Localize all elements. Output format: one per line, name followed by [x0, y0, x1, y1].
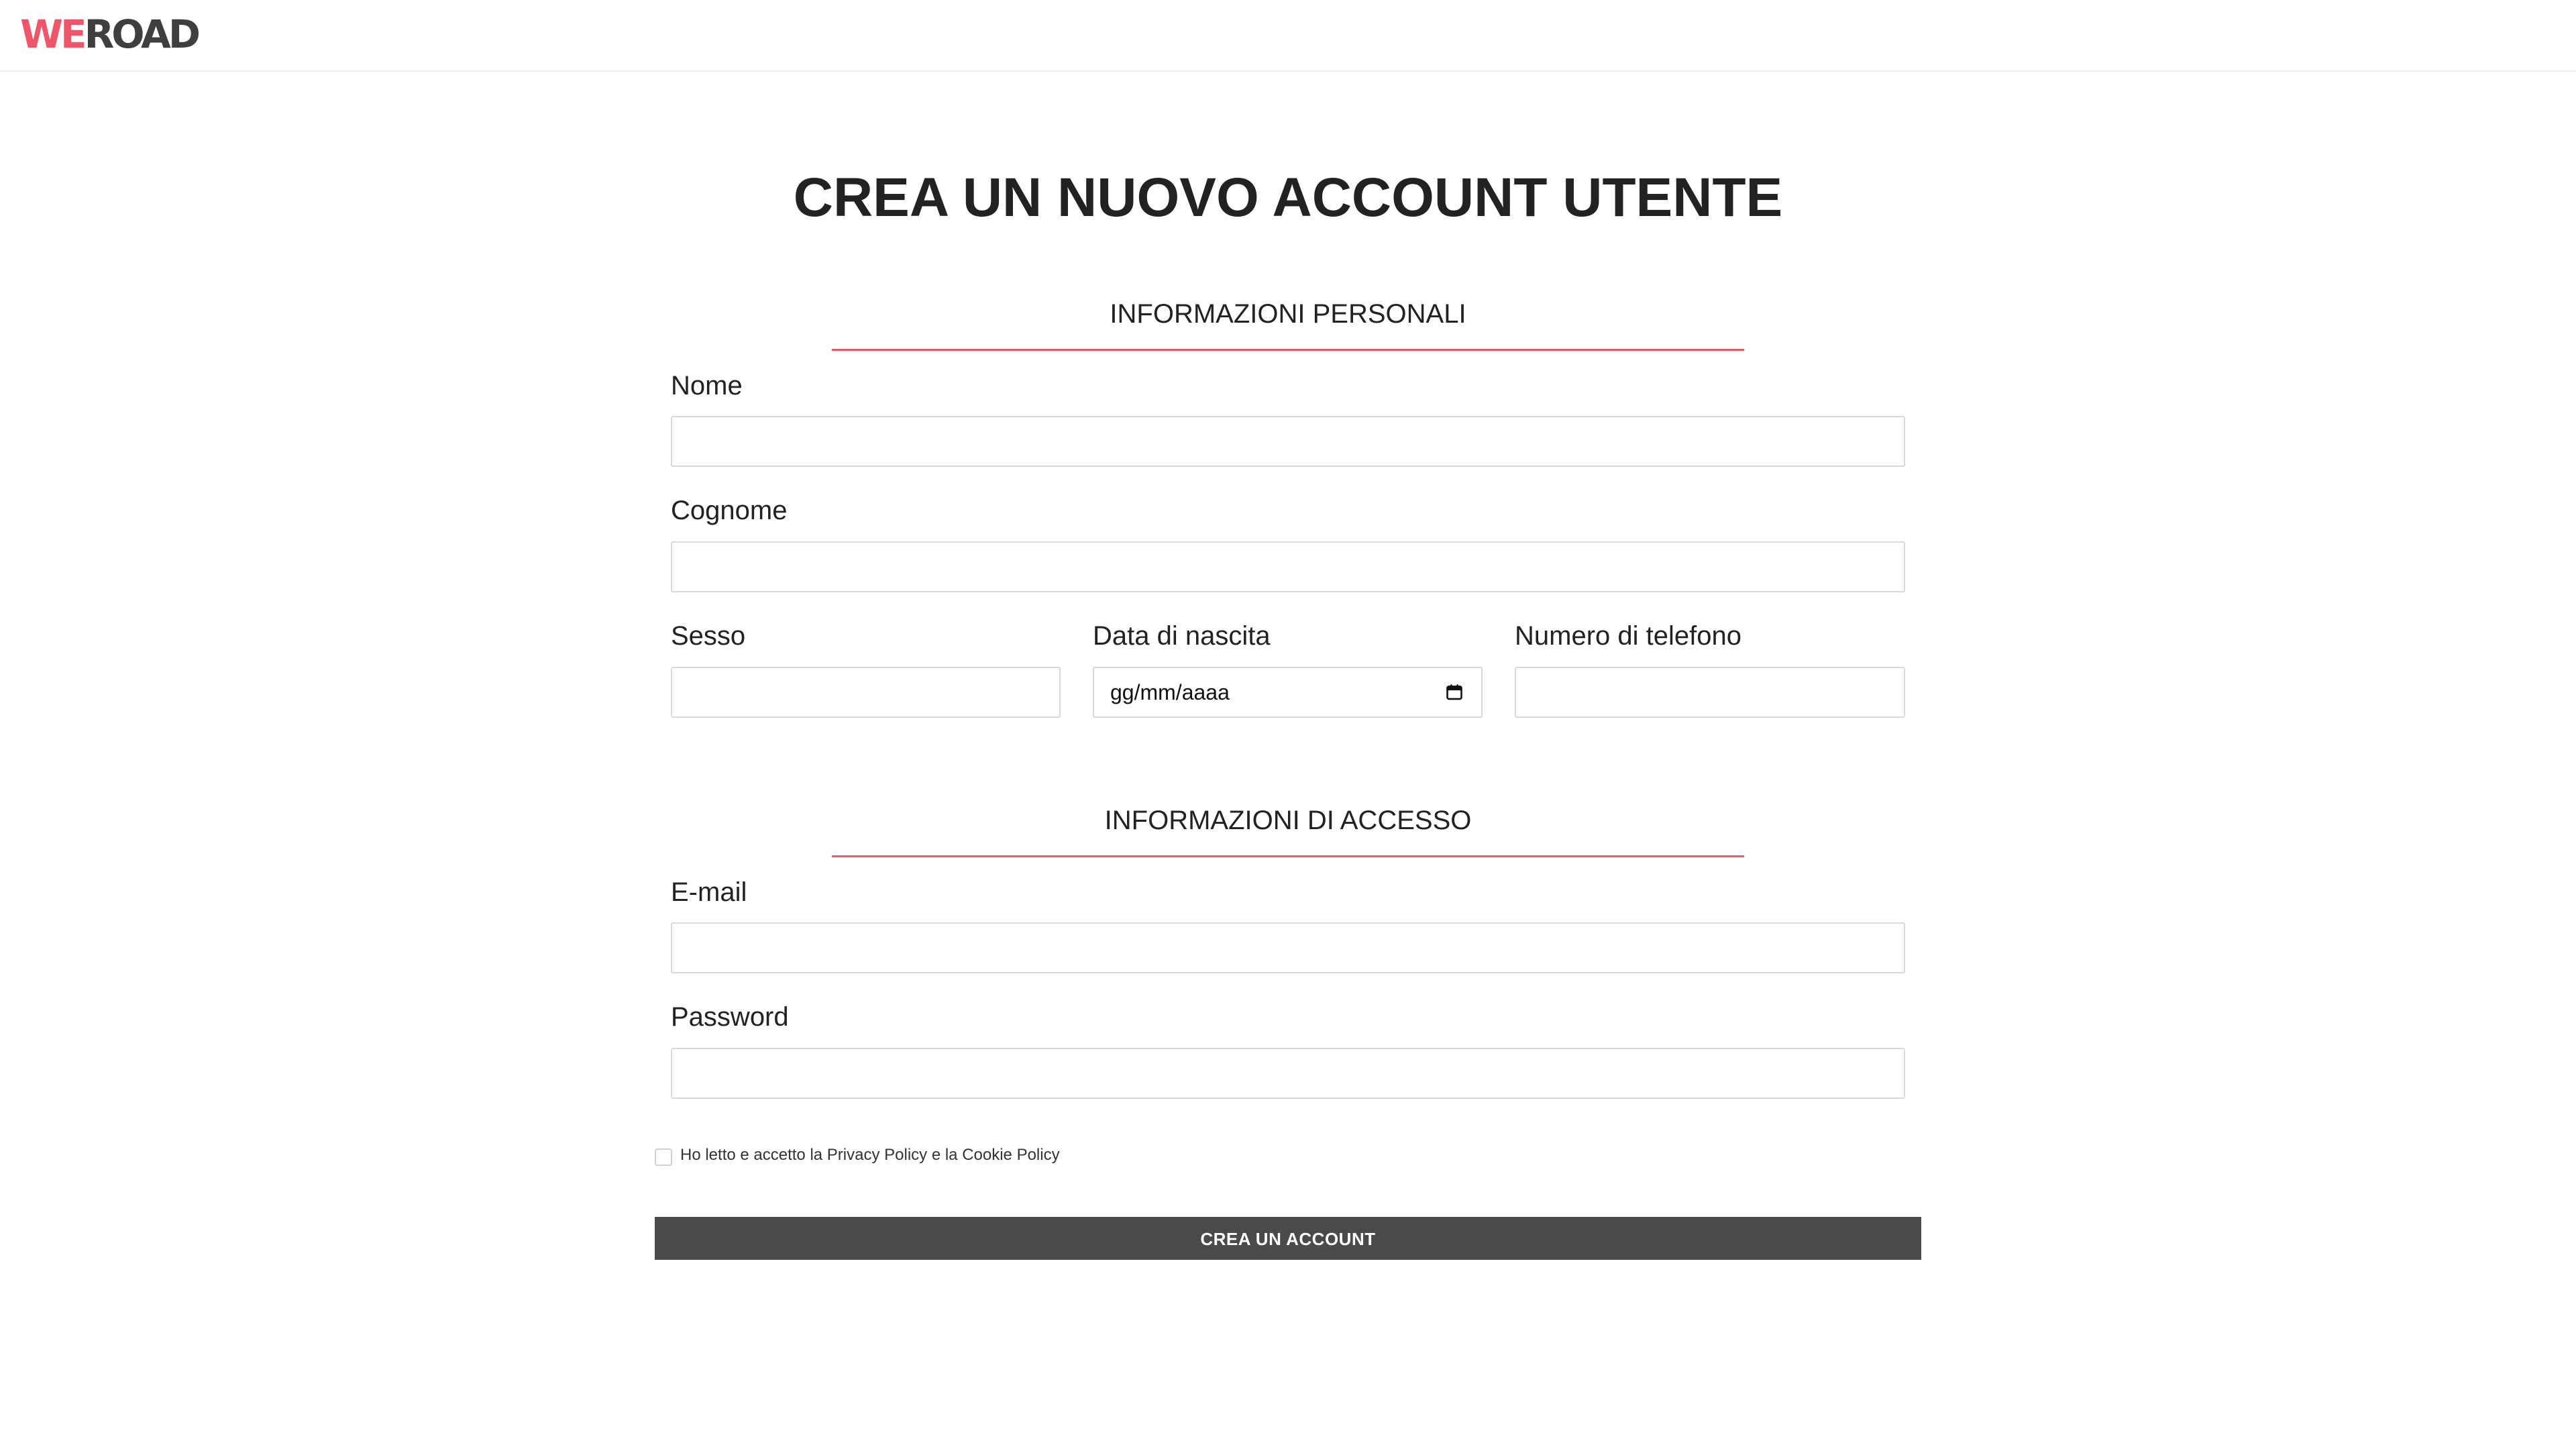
consent-text[interactable]: Ho letto e accetto la Privacy Policy e l… [680, 1146, 1060, 1165]
cognome-input[interactable] [671, 541, 1905, 592]
sesso-input[interactable] [671, 667, 1061, 718]
password-input[interactable] [671, 1048, 1905, 1099]
weroad-logo[interactable]: WE ROAD [20, 11, 201, 57]
nome-label: Nome [671, 371, 743, 400]
logo-we-text: WE [20, 11, 87, 57]
logo-road-text: ROAD [84, 11, 201, 57]
create-account-button[interactable]: CREA UN ACCOUNT [655, 1217, 1921, 1260]
email-input[interactable] [671, 922, 1905, 973]
page-title: CREA UN NUOVO ACCOUNT UTENTE [793, 167, 1783, 228]
cognome-label: Cognome [671, 496, 788, 525]
data-nascita-input[interactable]: gg/mm/aaaa [1093, 667, 1483, 718]
personal-info-divider [832, 349, 1744, 351]
telefono-input[interactable] [1515, 667, 1905, 718]
personal-info-heading: INFORMAZIONI PERSONALI [1110, 299, 1466, 329]
access-info-heading: INFORMAZIONI DI ACCESSO [1104, 806, 1472, 835]
data-nascita-placeholder: gg/mm/aaaa [1110, 680, 1230, 704]
nome-input[interactable] [671, 416, 1905, 467]
access-info-divider [832, 855, 1744, 857]
consent-row: Ho letto e accetto la Privacy Policy e l… [655, 1144, 1060, 1166]
password-label: Password [671, 1002, 789, 1032]
top-header: WE ROAD [0, 0, 2576, 72]
email-label: E-mail [671, 877, 747, 907]
sesso-label: Sesso [671, 621, 746, 651]
consent-checkbox[interactable] [655, 1148, 672, 1166]
data-nascita-label: Data di nascita [1093, 621, 1271, 651]
calendar-icon[interactable] [1445, 683, 1464, 702]
telefono-label: Numero di telefono [1515, 621, 1741, 651]
